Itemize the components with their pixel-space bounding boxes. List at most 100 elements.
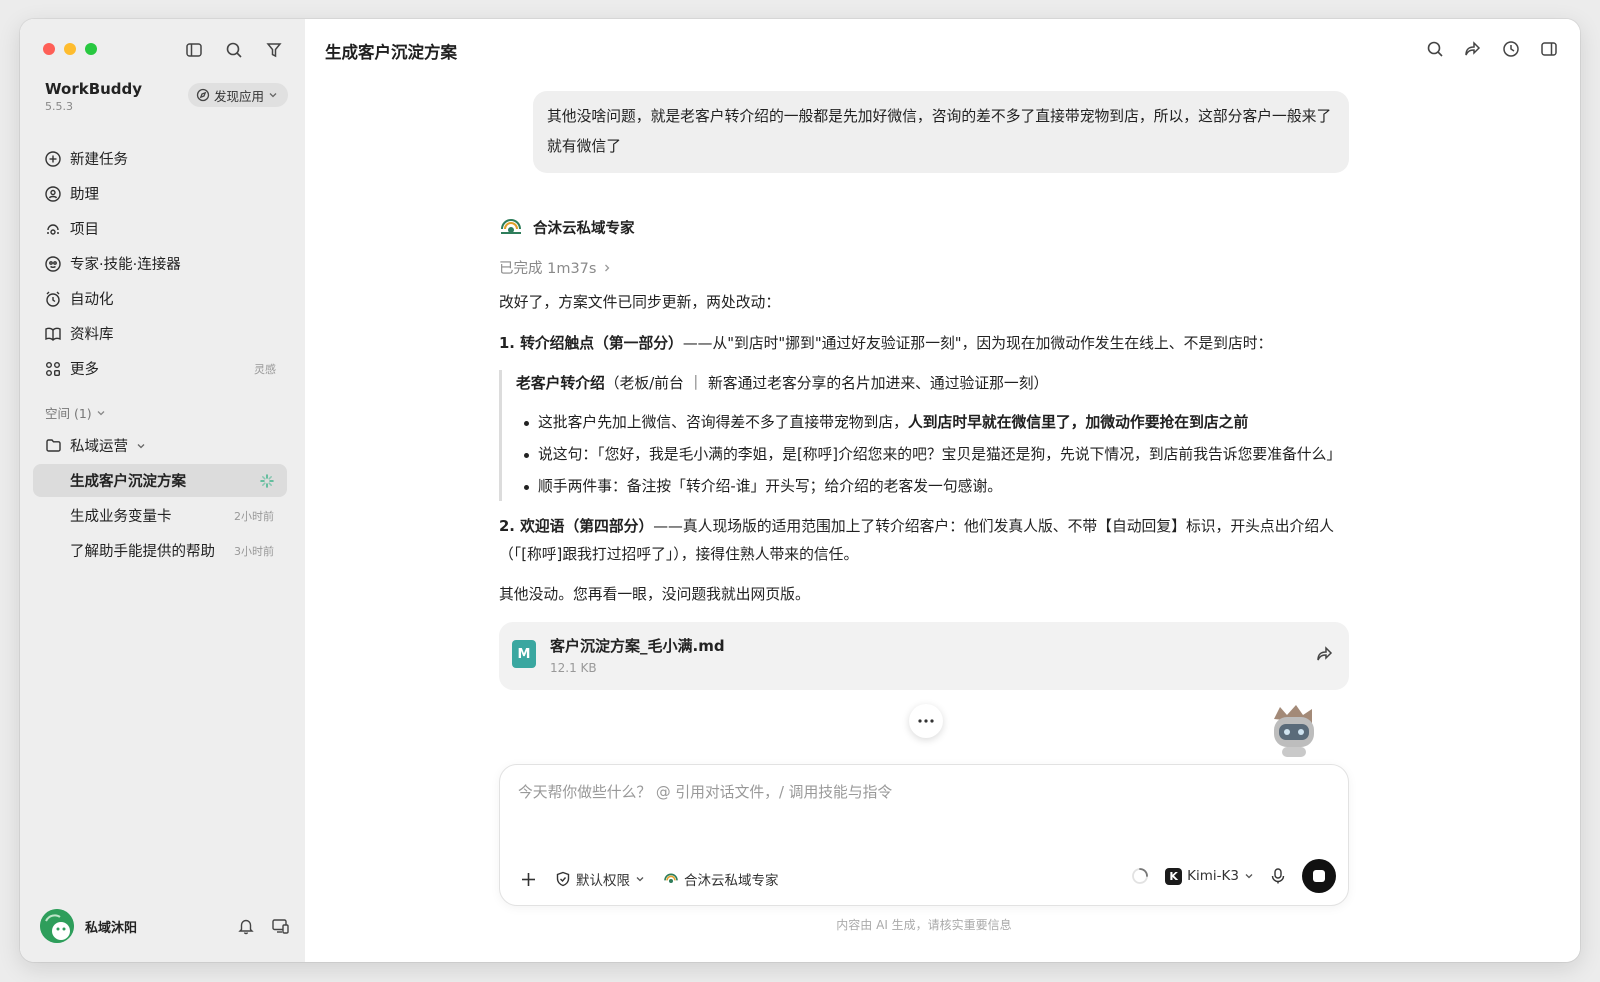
history-icon[interactable]	[1500, 38, 1522, 60]
change-one: 1. 转介绍触点（第一部分）——从"到店时"挪到"通过好友验证那一刻"，因为现在…	[499, 330, 1349, 358]
sidebar-item-label: 资料库	[70, 327, 114, 343]
agent-name: 合沐云私域专家	[533, 220, 635, 237]
devices-icon[interactable]	[271, 917, 290, 935]
search-icon[interactable]	[223, 39, 245, 61]
shield-check-icon	[555, 871, 571, 887]
message-composer[interactable]: 今天帮你做些什么？ @ 引用对话文件，/ 调用技能与指令 默认权限 合沐云私域专…	[499, 764, 1349, 906]
space-header[interactable]: 空间 (1)	[45, 403, 106, 422]
task-label: 了解助手能提供的帮助	[70, 544, 215, 560]
sidebar-item-label: 项目	[70, 222, 99, 238]
sidebar-item-experts[interactable]: 专家·技能·连接器	[34, 246, 290, 281]
change-two-title: 2. 欢迎语（第四部分）	[499, 518, 654, 535]
task-list: 生成客户沉淀方案 生成业务变量卡 2小时前 了解助手能提供的帮助 3小时前	[33, 464, 287, 569]
completion-status-text: 已完成 1m37s	[499, 261, 597, 277]
share-icon[interactable]	[1316, 645, 1334, 663]
share-icon[interactable]	[1462, 38, 1484, 60]
folder-icon	[45, 437, 62, 454]
chevron-down-icon	[635, 874, 645, 884]
file-name: 客户沉淀方案_毛小满.md	[550, 637, 725, 655]
list-item: 顺手两件事：备注按「转介绍-谁」开头写；给介绍的老客发一句感谢。	[516, 473, 1349, 501]
blockquote: 老客户转介绍（老板/前台 ｜ 新客通过老客分享的名片加进来、通过验证那一刻） 这…	[499, 370, 1349, 501]
permission-label: 默认权限	[576, 873, 630, 889]
agent-logo-icon	[663, 871, 679, 887]
stop-icon	[1313, 870, 1325, 882]
sidebar-item-label: 助理	[70, 187, 99, 203]
change-two: 2. 欢迎语（第四部分）——真人现场版的适用范围加上了转介绍客户：他们发真人版、…	[499, 513, 1349, 569]
agent-selector-label: 合沐云私域专家	[684, 873, 779, 889]
sidebar-item-label: 专家·技能·连接器	[70, 257, 181, 273]
mascot-icon[interactable]	[1260, 699, 1326, 761]
ai-disclaimer: 内容由 AI 生成，请核实重要信息	[836, 918, 1012, 932]
close-window-button[interactable]	[43, 43, 55, 55]
task-item[interactable]: 生成业务变量卡 2小时前	[33, 499, 287, 532]
folder-private-ops[interactable]: 私域运营	[45, 435, 146, 456]
ellipsis-icon	[918, 719, 934, 723]
task-label: 生成业务变量卡	[70, 509, 172, 525]
sidebar-item-new-task[interactable]: 新建任务	[34, 141, 290, 176]
user-profile[interactable]: 私域沐阳	[40, 908, 290, 944]
chevron-down-icon	[1244, 871, 1254, 881]
user-message-bubble: 其他没啥问题，就是老客户转介绍的一般都是先加好微信，咨询的差不多了直接带宠物到店…	[533, 91, 1349, 173]
file-size: 12.1 KB	[550, 661, 597, 675]
loading-ring-icon	[1131, 867, 1149, 885]
space-header-label: 空间 (1)	[45, 406, 92, 421]
markdown-file-icon: M	[512, 640, 536, 668]
task-label: 生成客户沉淀方案	[70, 474, 186, 490]
project-icon	[44, 220, 62, 238]
new-task-icon	[44, 150, 62, 168]
sidebar-item-label: 新建任务	[70, 152, 128, 168]
chevron-right-icon	[602, 263, 612, 273]
expert-icon	[44, 255, 62, 273]
main-panel: 生成客户沉淀方案 其他没啥问题，就是老客户转介绍的一般都是先加好微信，咨询的差不…	[305, 19, 1580, 962]
task-time: 3小时前	[234, 544, 274, 558]
composer-input[interactable]: 今天帮你做些什么？ @ 引用对话文件，/ 调用技能与指令	[518, 781, 892, 802]
compass-icon	[196, 88, 210, 102]
brand-name: WorkBuddy	[45, 80, 143, 98]
sidebar-item-automation[interactable]: 自动化	[34, 281, 290, 316]
completion-status[interactable]: 已完成 1m37s	[499, 257, 1349, 278]
inspiration-hint: 灵感	[254, 362, 276, 376]
task-item-active[interactable]: 生成客户沉淀方案	[33, 464, 287, 497]
file-attachment-card[interactable]: M 客户沉淀方案_毛小满.md 12.1 KB	[499, 622, 1349, 690]
more-options-button[interactable]	[909, 704, 943, 738]
agent-message: 合沐云私域专家 已完成 1m37s 改好了，方案文件已同步更新，两处改动： 1.…	[499, 215, 1349, 690]
sidebar-item-label: 自动化	[70, 292, 114, 308]
change-one-text: ——从"到店时"挪到"通过好友验证那一刻"，因为现在加微动作发生在线上、不是到店…	[682, 335, 1273, 352]
avatar[interactable]	[40, 909, 74, 943]
sidebar-item-library[interactable]: 资料库	[34, 316, 290, 351]
microphone-icon[interactable]	[1270, 867, 1286, 885]
quote-subtitle: （老板/前台 ｜ 新客通过老客分享的名片加进来、通过验证那一刻）	[604, 375, 1049, 392]
sidebar-item-assistant[interactable]: 助理	[34, 176, 290, 211]
search-icon[interactable]	[1424, 38, 1446, 60]
alarm-icon	[44, 290, 62, 308]
assistant-icon	[44, 185, 62, 203]
reply-intro: 改好了，方案文件已同步更新，两处改动：	[499, 294, 781, 311]
agent-logo-icon	[499, 215, 523, 239]
sidebar-toggle-icon[interactable]	[183, 39, 205, 61]
task-item[interactable]: 了解助手能提供的帮助 3小时前	[33, 534, 287, 567]
change-one-title: 1. 转介绍触点（第一部分）	[499, 335, 683, 352]
bullet-emphasis: 人到店时早就在微信里了，加微动作要抢在到店之前	[907, 414, 1249, 431]
discover-apps-button[interactable]: 发现应用	[188, 83, 289, 107]
brand-version: 5.5.3	[45, 100, 73, 113]
top-bar: 生成客户沉淀方案	[305, 19, 1580, 77]
model-label: Kimi-K3	[1187, 868, 1239, 884]
panel-toggle-icon[interactable]	[1538, 38, 1560, 60]
sidebar-item-more[interactable]: 更多 灵感	[34, 351, 290, 386]
stop-generation-button[interactable]	[1302, 859, 1336, 893]
sidebar-item-label: 更多	[70, 362, 99, 378]
sidebar-nav: 新建任务 助理 项目 专家·技能·连接器 自动化 资料库 更多 灵感	[34, 141, 290, 386]
agent-selector[interactable]: 合沐云私域专家	[663, 869, 779, 889]
add-icon[interactable]	[520, 871, 537, 888]
bell-icon[interactable]	[237, 917, 255, 935]
bullet-text: 这批客户先加上微信、咨询得差不多了直接带宠物到店，	[538, 414, 908, 431]
model-selector[interactable]: K Kimi-K3	[1165, 867, 1254, 885]
permission-dropdown[interactable]: 默认权限	[555, 869, 645, 889]
maximize-window-button[interactable]	[85, 43, 97, 55]
sidebar-item-project[interactable]: 项目	[34, 211, 290, 246]
list-item: 这批客户先加上微信、咨询得差不多了直接带宠物到店，人到店时早就在微信里了，加微动…	[516, 409, 1349, 437]
loading-spinner-icon	[260, 473, 274, 488]
task-time: 2小时前	[234, 509, 274, 523]
minimize-window-button[interactable]	[64, 43, 76, 55]
filter-icon[interactable]	[263, 39, 285, 61]
